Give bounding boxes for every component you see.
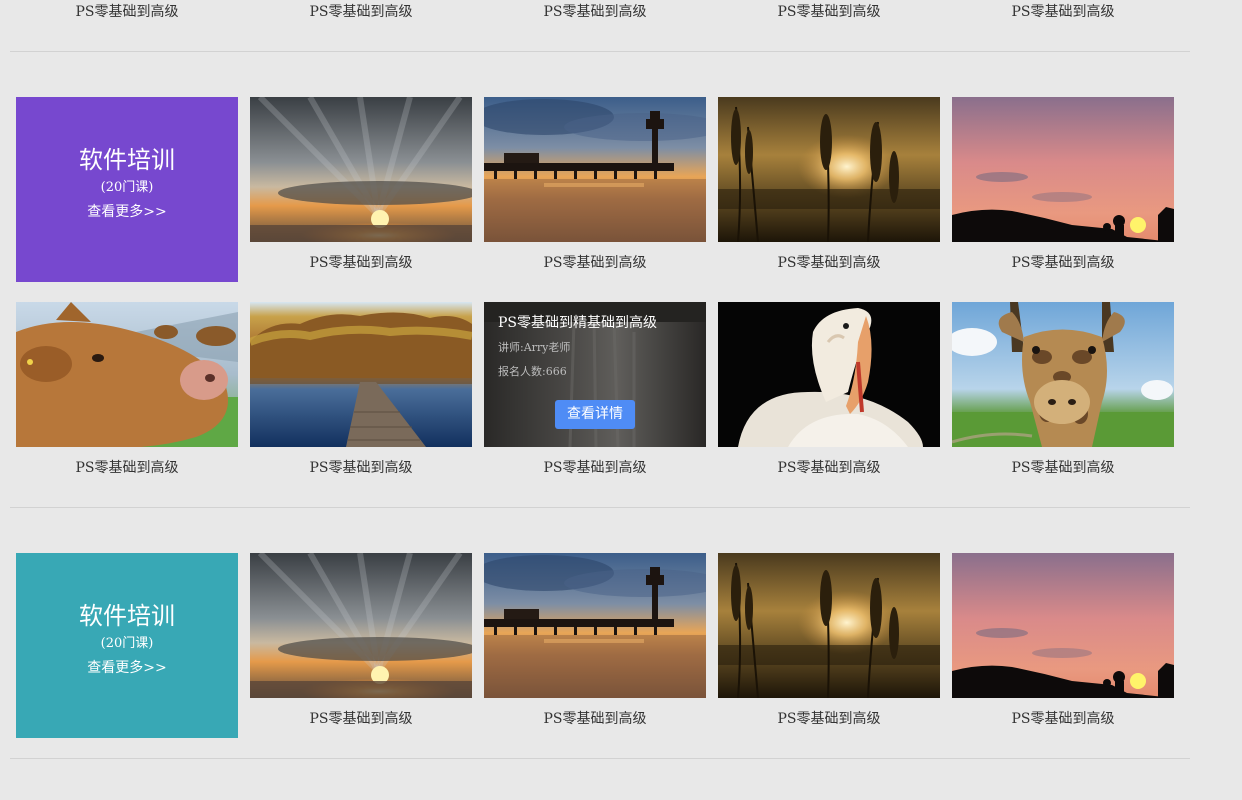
section-divider [10,51,1190,52]
sunset-clouds-image[interactable] [250,553,472,698]
course-caption[interactable]: PS零基础到高级 [952,3,1174,21]
waterfall-image[interactable]: PS零基础到精基础到高级 讲师:Arry老师 报名人数:666 查看详情 [484,302,706,447]
pink-sky-silhouette-image[interactable] [952,97,1174,242]
category-course-count: (20门课) [100,636,154,651]
pier-sunset-image[interactable] [484,97,706,242]
course-caption[interactable]: PS零基础到高级 [952,459,1174,477]
cow-image[interactable] [16,302,238,447]
category-tile-software-training[interactable]: 软件培训 (20门课) 查看更多>> [16,553,238,738]
view-more-link[interactable]: 查看更多>> [16,203,238,221]
course-caption[interactable]: PS零基础到高级 [16,459,238,477]
reeds-sunset-image[interactable] [718,553,940,698]
course-caption[interactable]: PS零基础到高级 [16,3,238,21]
course-caption[interactable]: PS零基础到高级 [250,459,472,477]
hover-teacher: 讲师:Arry老师 [498,341,571,354]
course-hover-card[interactable]: PS零基础到精基础到高级 讲师:Arry老师 报名人数:666 查看详情 [484,302,706,447]
category-title: 软件培训 [79,146,175,174]
pink-sky-silhouette-image[interactable] [952,553,1174,698]
course-caption[interactable]: PS零基础到高级 [718,254,940,272]
view-more-link[interactable]: 查看更多>> [16,659,238,677]
course-caption[interactable]: PS零基础到高级 [484,459,706,477]
course-caption[interactable]: PS零基础到高级 [484,710,706,728]
course-caption[interactable]: PS零基础到高级 [718,459,940,477]
section-divider [10,758,1190,759]
course-caption[interactable]: PS零基础到高级 [718,3,940,21]
course-page: PS零基础到高级 PS零基础到高级 PS零基础到高级 PS零基础到高级 PS零基… [0,0,1242,800]
course-caption[interactable]: PS零基础到高级 [952,254,1174,272]
category-course-count: (20门课) [100,180,154,195]
lake-reflection-image[interactable] [250,302,472,447]
course-caption[interactable]: PS零基础到高级 [484,254,706,272]
course-caption[interactable]: PS零基础到高级 [718,710,940,728]
course-caption[interactable]: PS零基础到高级 [250,710,472,728]
sunset-clouds-image[interactable] [250,97,472,242]
course-caption[interactable]: PS零基础到高级 [250,254,472,272]
giraffe-image[interactable] [952,302,1174,447]
course-caption[interactable]: PS零基础到高级 [952,710,1174,728]
course-caption[interactable]: PS零基础到高级 [484,3,706,21]
pelican-image[interactable] [718,302,940,447]
pier-sunset-image[interactable] [484,553,706,698]
course-caption[interactable]: PS零基础到高级 [250,3,472,21]
hover-enrolled-count: 报名人数:666 [498,365,567,378]
category-tile-software-training[interactable]: 软件培训 (20门课) 查看更多>> [16,97,238,282]
hover-course-title: PS零基础到精基础到高级 [498,315,658,331]
section-divider [10,507,1190,508]
category-title: 软件培训 [79,602,175,630]
reeds-sunset-image[interactable] [718,97,940,242]
view-details-button[interactable]: 查看详情 [555,400,635,429]
